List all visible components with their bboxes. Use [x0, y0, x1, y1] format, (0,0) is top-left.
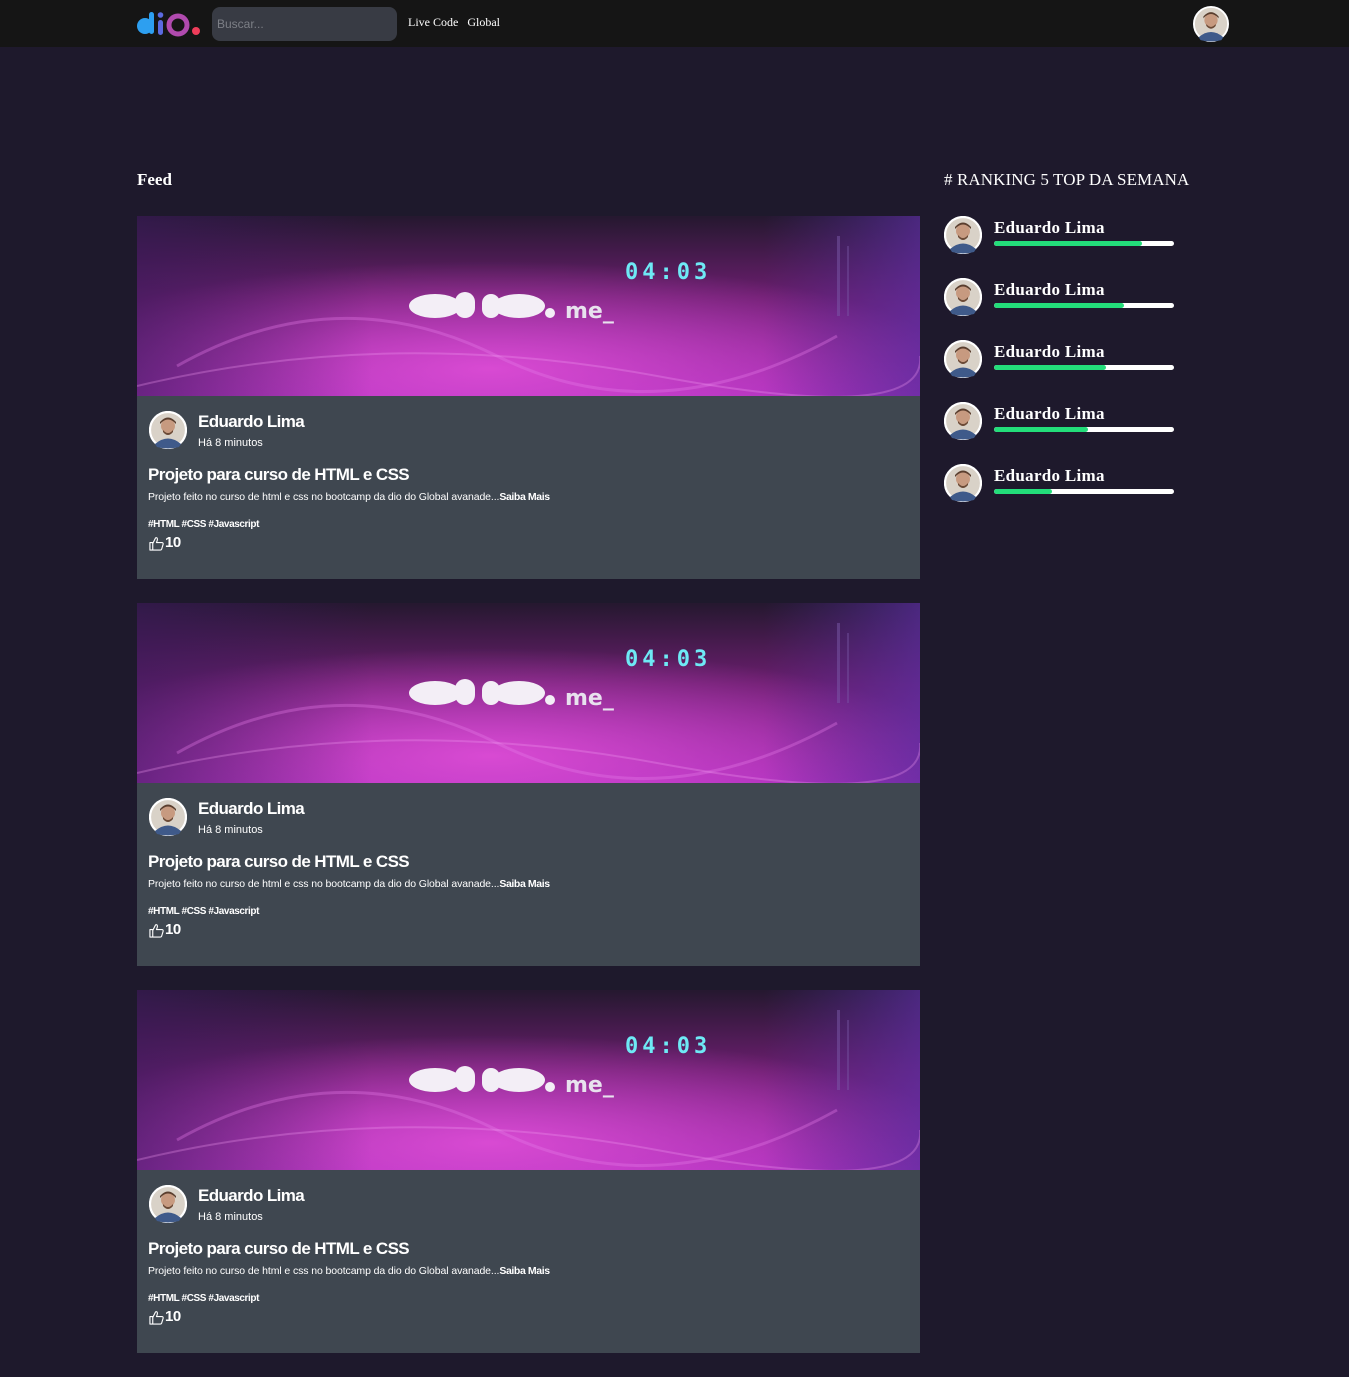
ranking-avatar[interactable] [943, 339, 983, 379]
ranking-item[interactable]: Eduardo Lima [943, 277, 1184, 318]
like-icon [149, 1311, 164, 1325]
ranking-progress-fill [994, 489, 1052, 494]
nav-live-code[interactable]: Live Code [408, 15, 458, 29]
ranking-progress-fill [994, 427, 1088, 432]
post-description-text: Projeto feito no curso de html e css no … [148, 878, 500, 890]
author-name[interactable]: Eduardo Lima [198, 1186, 305, 1206]
ranking-avatar[interactable] [943, 277, 983, 317]
ranking-progress-fill [994, 365, 1106, 370]
ranking-name[interactable]: Eduardo Lima [994, 466, 1105, 486]
post-title: Projeto para curso de HTML e CSS [148, 465, 410, 484]
post-time: Há 8 minutos [198, 824, 263, 836]
like-button[interactable]: 10 [149, 921, 181, 938]
author-avatar[interactable] [148, 797, 188, 837]
like-count: 10 [165, 534, 181, 551]
ranking-progress-bar [994, 303, 1174, 308]
ranking-progress-bar [994, 241, 1174, 246]
user-avatar[interactable] [1193, 6, 1229, 42]
post-description-text: Projeto feito no curso de html e css no … [148, 491, 500, 503]
author-name[interactable]: Eduardo Lima [198, 799, 305, 819]
post-description: Projeto feito no curso de html e css no … [148, 1265, 550, 1277]
ranking-item[interactable]: Eduardo Lima [943, 401, 1184, 442]
author-name[interactable]: Eduardo Lima [198, 412, 305, 432]
author-avatar[interactable] [148, 410, 188, 450]
banner-clock-text: 04:03 [625, 260, 711, 285]
post-description: Projeto feito no curso de html e css no … [148, 878, 550, 890]
post-card[interactable]: me_ 04:03 Eduardo Lima Há 8 minutos Proj… [137, 603, 920, 966]
ranking-name[interactable]: Eduardo Lima [994, 404, 1105, 424]
post-description: Projeto feito no curso de html e css no … [148, 491, 550, 503]
post-card[interactable]: me_ 04:03 Eduardo Lima Há 8 minutos Proj… [137, 216, 920, 579]
post-time: Há 8 minutos [198, 437, 263, 449]
post-banner-image[interactable]: me_ 04:03 [137, 603, 920, 783]
post-tags: #HTML #CSS #Javascript [148, 906, 260, 917]
top-nav: Live Code Global [408, 15, 509, 30]
post-time: Há 8 minutos [198, 1211, 263, 1223]
ranking-item[interactable]: Eduardo Lima [943, 339, 1184, 380]
like-button[interactable]: 10 [149, 534, 181, 551]
post-card[interactable]: me_ 04:03 Eduardo Lima Há 8 minutos Proj… [137, 990, 920, 1353]
banner-suffix-text: me_ [565, 1073, 614, 1098]
post-title: Projeto para curso de HTML e CSS [148, 852, 410, 871]
like-count: 10 [165, 1308, 181, 1325]
banner-suffix-text: me_ [565, 299, 614, 324]
read-more-link[interactable]: Saiba Mais [499, 491, 550, 503]
post-banner-image[interactable]: me_ 04:03 [137, 990, 920, 1170]
post-banner-image[interactable]: me_ 04:03 [137, 216, 920, 396]
author-avatar[interactable] [148, 1184, 188, 1224]
like-button[interactable]: 10 [149, 1308, 181, 1325]
read-more-link[interactable]: Saiba Mais [499, 878, 550, 890]
nav-global[interactable]: Global [467, 15, 500, 29]
like-icon [149, 537, 164, 551]
ranking-name[interactable]: Eduardo Lima [994, 342, 1105, 362]
post-tags: #HTML #CSS #Javascript [148, 1293, 260, 1304]
ranking-progress-bar [994, 365, 1174, 370]
post-title: Projeto para curso de HTML e CSS [148, 1239, 410, 1258]
ranking-name[interactable]: Eduardo Lima [994, 280, 1105, 300]
ranking-item[interactable]: Eduardo Lima [943, 463, 1184, 504]
top-bar: Live Code Global [0, 0, 1349, 47]
ranking-avatar[interactable] [943, 463, 983, 503]
ranking-progress-bar [994, 427, 1174, 432]
feed-title: Feed [137, 170, 172, 189]
ranking-progress-fill [994, 241, 1142, 246]
ranking-item[interactable]: Eduardo Lima [943, 215, 1184, 256]
like-icon [149, 924, 164, 938]
ranking-avatar[interactable] [943, 401, 983, 441]
banner-suffix-text: me_ [565, 686, 614, 711]
post-description-text: Projeto feito no curso de html e css no … [148, 1265, 500, 1277]
ranking-title: # RANKING 5 TOP DA SEMANA [944, 170, 1190, 189]
banner-clock-text: 04:03 [625, 1034, 711, 1059]
ranking-progress-bar [994, 489, 1174, 494]
ranking-avatar[interactable] [943, 215, 983, 255]
like-count: 10 [165, 921, 181, 938]
banner-clock-text: 04:03 [625, 647, 711, 672]
dio-logo[interactable] [136, 11, 202, 37]
ranking-name[interactable]: Eduardo Lima [994, 218, 1105, 238]
read-more-link[interactable]: Saiba Mais [499, 1265, 550, 1277]
ranking-progress-fill [994, 303, 1124, 308]
post-tags: #HTML #CSS #Javascript [148, 519, 260, 530]
search-input[interactable] [212, 7, 397, 41]
